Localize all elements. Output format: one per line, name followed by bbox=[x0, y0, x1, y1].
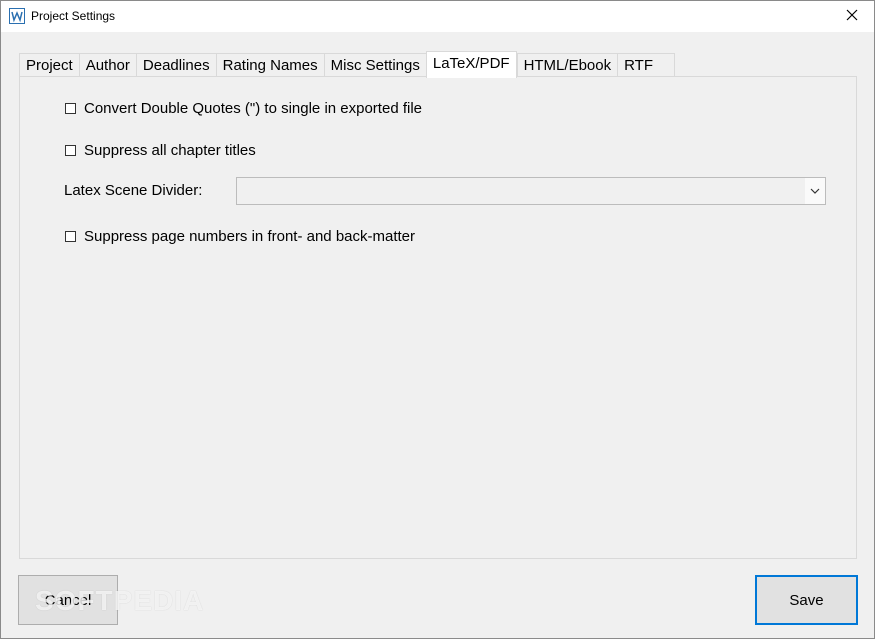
convert-quotes-option[interactable]: Convert Double Quotes (") to single in e… bbox=[65, 100, 422, 117]
suppress-chapter-titles-label: Suppress all chapter titles bbox=[84, 142, 256, 159]
tab-html-ebook[interactable]: HTML/Ebook bbox=[516, 53, 618, 77]
suppress-chapter-titles-checkbox[interactable] bbox=[65, 145, 76, 156]
cancel-button[interactable]: Cancel bbox=[18, 575, 118, 625]
scene-divider-select[interactable] bbox=[236, 177, 826, 205]
settings-tabs: Project Author Deadlines Rating Names Mi… bbox=[19, 51, 676, 78]
latex-pdf-panel: Convert Double Quotes (") to single in e… bbox=[19, 76, 857, 559]
chevron-down-icon[interactable] bbox=[805, 178, 825, 204]
tab-misc-settings[interactable]: Misc Settings bbox=[323, 53, 426, 77]
tab-rtf[interactable]: RTF bbox=[617, 53, 676, 77]
tab-project[interactable]: Project bbox=[19, 53, 79, 77]
project-settings-window: Project Settings Project Author Deadline… bbox=[0, 0, 875, 639]
tab-rating-names[interactable]: Rating Names bbox=[215, 53, 324, 77]
suppress-chapter-titles-option[interactable]: Suppress all chapter titles bbox=[65, 142, 256, 159]
app-logo-icon bbox=[9, 8, 25, 24]
convert-quotes-checkbox[interactable] bbox=[65, 103, 76, 114]
tab-author[interactable]: Author bbox=[78, 53, 136, 77]
tab-latex-pdf[interactable]: LaTeX/PDF bbox=[425, 51, 517, 78]
scene-divider-label: Latex Scene Divider: bbox=[64, 182, 203, 199]
close-icon bbox=[846, 8, 858, 26]
tab-deadlines[interactable]: Deadlines bbox=[135, 53, 216, 77]
window-title: Project Settings bbox=[31, 9, 116, 23]
close-button[interactable] bbox=[830, 1, 874, 32]
save-button[interactable]: Save bbox=[755, 575, 858, 625]
title-bar: Project Settings bbox=[1, 1, 874, 32]
suppress-page-numbers-option[interactable]: Suppress page numbers in front- and back… bbox=[65, 228, 415, 245]
suppress-page-numbers-checkbox[interactable] bbox=[65, 231, 76, 242]
suppress-page-numbers-label: Suppress page numbers in front- and back… bbox=[84, 228, 416, 245]
convert-quotes-label: Convert Double Quotes (") to single in e… bbox=[84, 100, 422, 117]
